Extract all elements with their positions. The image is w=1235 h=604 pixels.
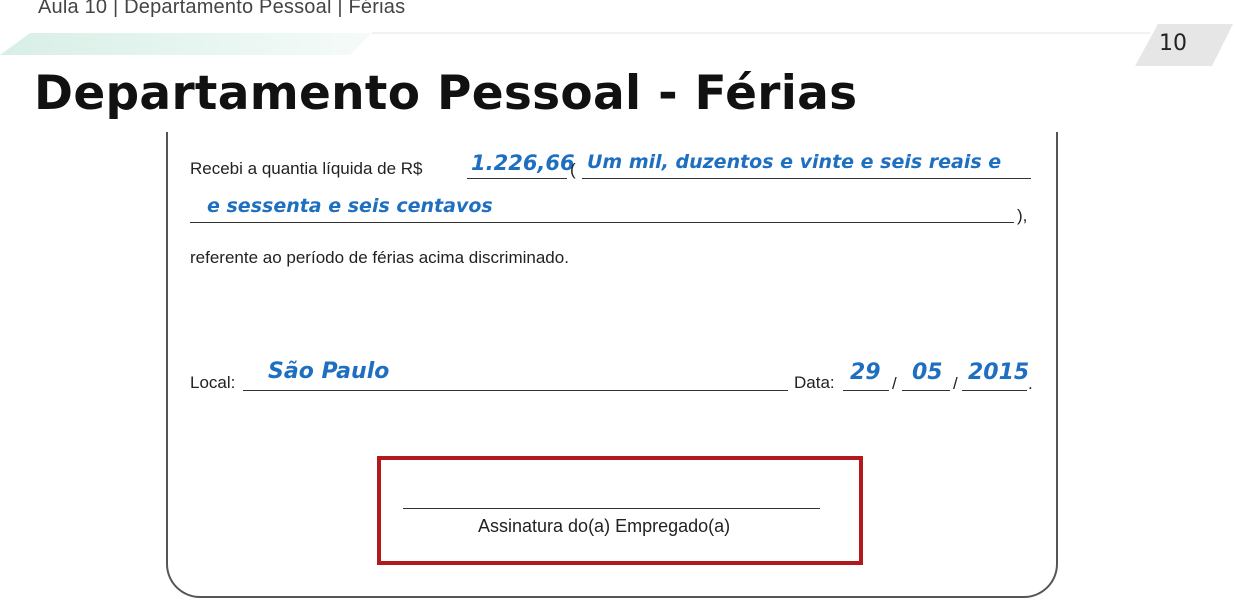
local-underline (243, 390, 788, 391)
open-paren: ( (570, 160, 576, 179)
date-month: 05 (912, 360, 943, 385)
local-label: Local: (190, 373, 236, 392)
breadcrumb: Aula 10 | Departamento Pessoal | Férias (38, 0, 406, 18)
date-month-underline (902, 390, 950, 391)
amount-value: 1.226,66 (471, 151, 575, 175)
signature-highlight-box (377, 456, 863, 565)
amount-words-line2: e sessenta e seis centavos (207, 195, 493, 217)
local-value: São Paulo (268, 359, 390, 384)
close-paren: ), (1017, 206, 1028, 225)
amount-words-line1: Um mil, duzentos e vinte e seis reais e (587, 151, 1002, 173)
date-day: 29 (850, 360, 881, 385)
date-year: 2015 (968, 360, 1030, 385)
date-end-period: . (1028, 374, 1033, 393)
date-year-underline (962, 390, 1027, 391)
page-title: Departamento Pessoal - Férias (34, 66, 858, 121)
date-day-underline (843, 390, 889, 391)
amount-underline (467, 178, 567, 179)
date-label: Data: (794, 373, 835, 392)
page-number: 10 (1159, 31, 1187, 56)
reference-text: referente ao período de férias acima dis… (190, 248, 569, 267)
received-label: Recebi a quantia líquida de R$ (190, 159, 423, 178)
date-separator-2: / (953, 374, 958, 393)
date-separator-1: / (892, 374, 897, 393)
amount-words-underline-1 (582, 178, 1031, 179)
amount-words-underline-2 (190, 222, 1014, 223)
